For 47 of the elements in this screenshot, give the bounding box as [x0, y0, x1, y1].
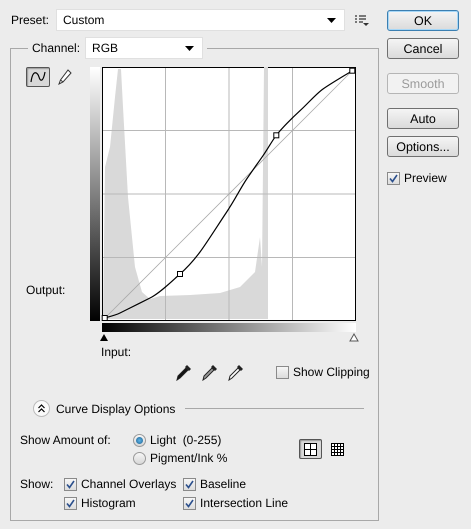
caret-icon — [327, 18, 336, 22]
eyedropper-icon[interactable] — [202, 364, 218, 380]
pencil-icon — [58, 69, 72, 85]
checkbox[interactable] — [64, 478, 77, 490]
radio-button[interactable] — [133, 452, 146, 464]
radio-label: Light (0-255) — [150, 433, 222, 447]
checkbox-label: Channel Overlays — [81, 477, 176, 491]
grid-icon — [330, 442, 344, 456]
checkbox[interactable] — [183, 478, 196, 490]
preset-label: Preset: — [11, 13, 50, 27]
eyedropper-icon[interactable] — [228, 364, 244, 380]
channel-dropdown[interactable]: RGB — [85, 37, 204, 59]
channel-label: Channel: — [32, 41, 80, 55]
checkbox-label: Preview — [404, 171, 447, 185]
dialog-button[interactable]: Auto — [387, 108, 459, 129]
show-label: Show: — [20, 477, 54, 493]
checkbox[interactable] — [276, 366, 289, 378]
curve-point[interactable] — [102, 315, 108, 321]
eyedropper-icon[interactable] — [176, 364, 192, 380]
show-amount-label: Show Amount of: — [20, 433, 112, 449]
radio-button[interactable] — [133, 434, 146, 446]
radio-label: Pigment/Ink % — [150, 451, 228, 465]
curve-point[interactable] — [273, 132, 280, 138]
collapse-button[interactable] — [33, 400, 50, 417]
curve-point[interactable] — [177, 271, 183, 277]
checkbox[interactable] — [387, 172, 400, 184]
checkbox[interactable] — [183, 496, 196, 510]
checkbox-label: Show Clipping — [293, 365, 370, 379]
checkbox[interactable] — [64, 496, 77, 510]
caret-icon — [185, 46, 194, 50]
dialog-button[interactable]: Cancel — [387, 38, 459, 59]
preset-dropdown[interactable]: Custom — [56, 9, 346, 31]
tool-button[interactable] — [26, 67, 50, 87]
section-title: Curve Display Options — [56, 402, 176, 416]
checkbox-label: Histogram — [81, 496, 136, 510]
grid-size-button[interactable] — [298, 439, 322, 459]
menu-icon[interactable] — [355, 14, 370, 26]
dialog-button[interactable]: OK — [387, 10, 459, 31]
checkbox-label: Intersection Line — [200, 496, 288, 510]
curve-point[interactable] — [349, 68, 356, 74]
grid-icon — [304, 442, 317, 456]
double-chevron-icon — [37, 404, 46, 413]
checkbox-label: Baseline — [200, 477, 246, 491]
curve-tool-icon — [30, 71, 46, 83]
input-label: Input: — [101, 345, 132, 359]
output-label: Output: — [25, 283, 66, 297]
dialog-button[interactable]: Options... — [387, 136, 459, 157]
